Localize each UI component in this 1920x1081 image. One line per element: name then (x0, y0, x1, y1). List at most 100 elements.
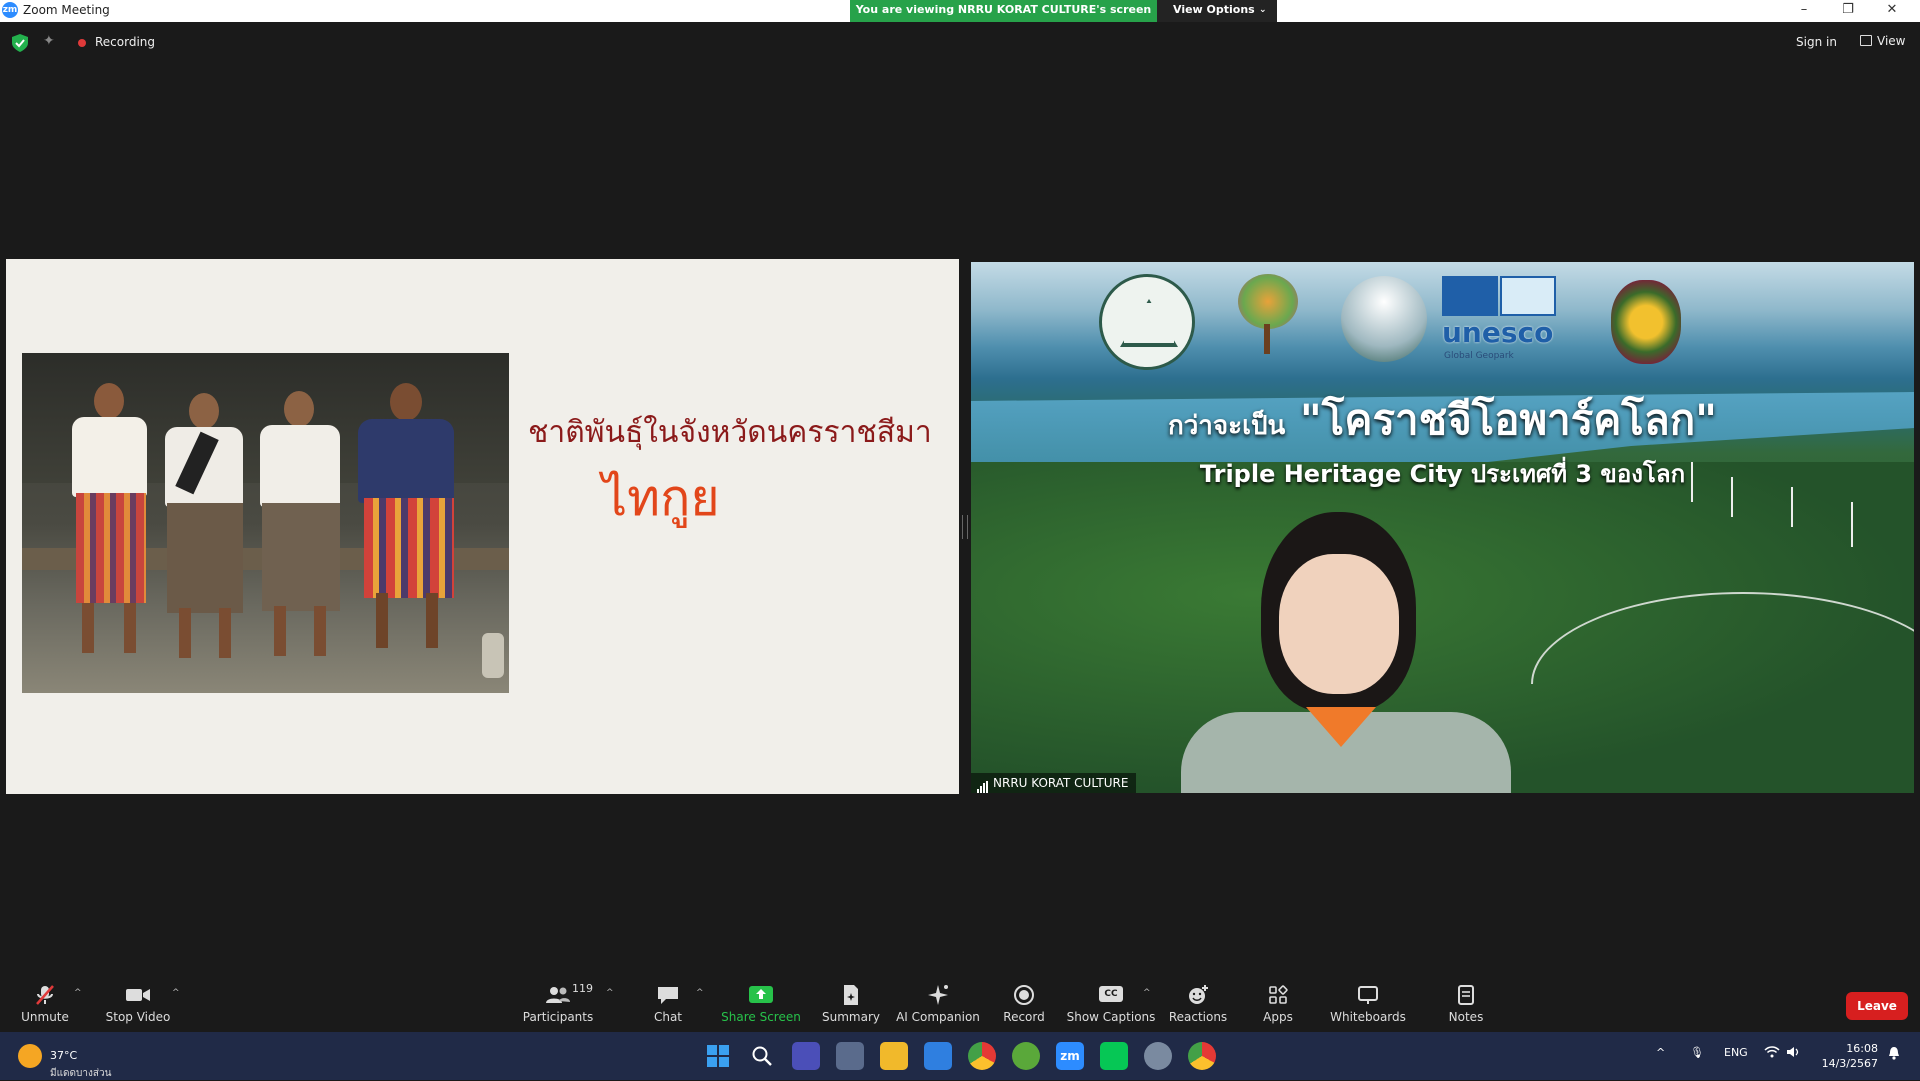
apps-label: Apps (1263, 1010, 1293, 1024)
window-title: Zoom Meeting (23, 3, 110, 17)
share-screen-icon (720, 984, 802, 1006)
reactions-label: Reactions (1168, 1010, 1228, 1024)
line-app-icon[interactable] (1100, 1042, 1128, 1070)
signal-strength-icon (977, 773, 989, 793)
tree-logo (1233, 274, 1303, 364)
restore-button[interactable]: ❐ (1826, 0, 1870, 22)
ai-companion-button[interactable]: AI Companion (896, 970, 980, 1032)
unesco-text: unesco (1442, 316, 1554, 349)
record-icon (996, 984, 1052, 1006)
slide-subtitle: ไทกูย (602, 469, 720, 527)
calculator-icon[interactable] (836, 1042, 864, 1070)
show-captions-label: Show Captions (1066, 1010, 1156, 1024)
chrome-profile-icon[interactable] (1188, 1042, 1216, 1070)
ai-sparkle-icon (896, 984, 980, 1006)
view-options-button[interactable]: View Options ⌄ (1157, 0, 1277, 22)
show-captions-button[interactable]: CC Show Captions (1066, 970, 1156, 1032)
view-options-label: View Options (1173, 3, 1255, 16)
unmute-label: Unmute (21, 1010, 69, 1024)
stop-video-label: Stop Video (105, 1010, 171, 1024)
unesco-logo: unesco Global Geopark (1442, 276, 1562, 362)
participants-label: Participants (522, 1010, 594, 1024)
audio-options-caret[interactable]: ^ (74, 988, 82, 998)
headline-main: "โคราชจีโอพาร์คโลก" (1299, 395, 1718, 444)
meeting-top-bar: ✦ Recording Sign in View (0, 22, 1920, 64)
clock-time: 16:08 (1846, 1042, 1878, 1055)
pane-resize-handle[interactable] (962, 515, 968, 539)
participant-video-tile[interactable]: unesco Global Geopark กว่าจะเป็น "โคราชจ… (971, 262, 1914, 793)
minimize-button[interactable]: – (1782, 0, 1826, 22)
microphone-icon[interactable]: 🎙 (1690, 1046, 1704, 1059)
notes-label: Notes (1448, 1010, 1484, 1024)
record-label: Record (1003, 1010, 1045, 1024)
view-button[interactable]: View (1860, 34, 1905, 48)
recording-indicator[interactable]: Recording (95, 35, 155, 49)
participant-name: NRRU KORAT CULTURE (993, 776, 1129, 790)
wifi-icon[interactable] (1764, 1046, 1780, 1061)
korat-geopark-logo (1341, 276, 1427, 362)
share-screen-label: Share Screen (721, 1010, 801, 1024)
view-button-label: View (1877, 34, 1906, 48)
slide-title: ชาติพันธุ์ในจังหวัดนครราชสีมา (528, 415, 932, 450)
windows-start-icon[interactable] (704, 1042, 732, 1070)
partly-sunny-icon (18, 1044, 42, 1068)
video-options-caret[interactable]: ^ (172, 988, 180, 998)
share-screen-button[interactable]: Share Screen (720, 970, 802, 1032)
close-button[interactable]: ✕ (1870, 0, 1914, 22)
video-headline: กว่าจะเป็น "โคราชจีโอพาร์คโลก" (971, 387, 1914, 453)
view-layout-icon (1860, 35, 1872, 46)
unmute-button[interactable]: Unmute (14, 970, 76, 1032)
weather-temperature: 37°C (50, 1049, 78, 1062)
apps-grid-icon (1250, 984, 1306, 1006)
share-status-banner: You are viewing NRRU KORAT CULTURE's scr… (850, 0, 1157, 22)
shield-icon[interactable] (12, 34, 28, 52)
chevron-up-icon[interactable]: ^ (1656, 1046, 1665, 1059)
system-clock[interactable]: 16:08 14/3/2567 (1818, 1041, 1878, 1071)
notes-button[interactable]: Notes (1438, 970, 1494, 1032)
headline-prefix: กว่าจะเป็น (1167, 411, 1286, 441)
shared-screen-view[interactable]: ชาติพันธุ์ในจังหวัดนครราชสีมา ไทกูย (6, 259, 959, 794)
reactions-button[interactable]: Reactions (1166, 970, 1230, 1032)
language-indicator[interactable]: ENG (1724, 1046, 1748, 1059)
sparkle-icon[interactable]: ✦ (43, 33, 55, 49)
participants-button[interactable]: 119 Participants (520, 970, 596, 1032)
document-sparkle-icon (816, 984, 886, 1006)
chat-options-caret[interactable]: ^ (696, 988, 704, 998)
chat-label: Chat (653, 1010, 683, 1024)
record-button[interactable]: Record (996, 970, 1052, 1032)
captions-icon-text: CC (1099, 986, 1123, 1002)
chrome-icon[interactable] (968, 1042, 996, 1070)
file-explorer-icon[interactable] (880, 1042, 908, 1070)
meet-video-icon[interactable] (792, 1042, 820, 1070)
windows-taskbar: 37°C มีแดดบางส่วน zm ^ 🎙 ENG 16:08 14/3/… (0, 1032, 1920, 1080)
microphone-muted-icon (14, 984, 76, 1006)
whiteboards-label: Whiteboards (1330, 1010, 1406, 1024)
emoji-plus-icon (1166, 984, 1230, 1006)
utorrent-icon[interactable] (1012, 1042, 1040, 1070)
meeting-toolbar: Unmute ^ Stop Video ^ 119 Participants ^… (0, 970, 1920, 1032)
clock-date: 14/3/2567 (1821, 1057, 1878, 1070)
whiteboards-button[interactable]: Whiteboards (1326, 970, 1410, 1032)
slide-photo-elders (22, 353, 509, 693)
sign-in-button[interactable]: Sign in (1796, 35, 1837, 49)
unesco-subtext: Global Geopark (1444, 351, 1514, 361)
calendar-icon[interactable] (924, 1042, 952, 1070)
ai-companion-label: AI Companion (896, 1010, 980, 1024)
video-camera-icon (102, 984, 174, 1006)
captions-options-caret[interactable]: ^ (1143, 988, 1151, 998)
organization-logo-1 (1099, 274, 1195, 370)
stop-video-button[interactable]: Stop Video (102, 970, 174, 1032)
notification-bell-icon[interactable] (1888, 1046, 1900, 1063)
video-sub-headline: Triple Heritage City ประเทศที่ 3 ของโลก (1199, 460, 1686, 488)
summary-button[interactable]: Summary (816, 970, 886, 1032)
volume-icon[interactable] (1786, 1046, 1802, 1061)
settings-gear-icon[interactable] (1144, 1042, 1172, 1070)
zoom-taskbar-icon[interactable]: zm (1056, 1042, 1084, 1070)
participants-count: 119 (572, 982, 593, 995)
leave-button[interactable]: Leave (1846, 992, 1908, 1020)
apps-button[interactable]: Apps (1250, 970, 1306, 1032)
university-seal-logo (1611, 280, 1681, 364)
search-icon[interactable] (748, 1042, 776, 1070)
chat-button[interactable]: Chat (640, 970, 696, 1032)
participants-options-caret[interactable]: ^ (606, 988, 614, 998)
